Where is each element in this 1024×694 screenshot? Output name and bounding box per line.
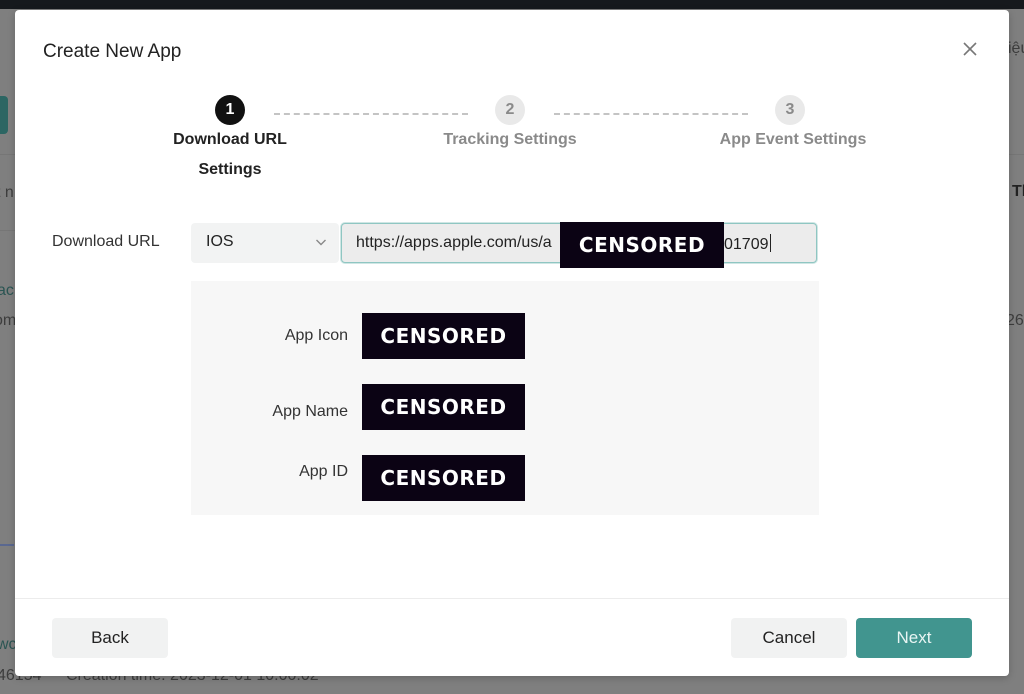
background-divider <box>1009 154 1024 155</box>
close-icon <box>963 42 977 56</box>
background-link: ac <box>0 282 14 299</box>
step-1-label-line1: Download URL <box>173 131 287 148</box>
download-url-input-value-suffix: 01709 <box>724 234 771 254</box>
background-text: iệu <box>1008 40 1024 57</box>
close-button[interactable] <box>959 38 981 60</box>
download-url-input-value-prefix: https://apps.apple.com/us/a <box>356 234 552 251</box>
app-name-label: App Name <box>272 403 348 420</box>
step-2-indicator: 2 <box>495 95 525 125</box>
text-cursor <box>769 234 771 252</box>
platform-select-value: IOS <box>206 233 234 250</box>
background-text: om <box>0 312 17 329</box>
app-icon-value: CENSORED <box>362 313 525 359</box>
background-top-bar <box>0 0 1024 9</box>
background-divider <box>0 544 14 546</box>
background-text: t n <box>0 184 14 201</box>
url-suffix-text: 01709 <box>724 236 769 253</box>
background-primary-button <box>0 96 8 134</box>
app-id-label: App ID <box>299 463 348 480</box>
step-connector <box>274 113 468 115</box>
download-url-label: Download URL <box>52 233 160 250</box>
cancel-button[interactable]: Cancel <box>731 618 847 658</box>
step-1-label-line2: Settings <box>198 161 262 178</box>
step-3-label: App Event Settings <box>719 131 867 148</box>
platform-select[interactable]: IOS <box>191 223 339 263</box>
background-column-header: Tl <box>1012 183 1024 200</box>
step-2-label: Tracking Settings <box>443 131 577 148</box>
chevron-down-icon <box>316 239 326 246</box>
next-button[interactable]: Next <box>856 618 972 658</box>
modal-title: Create New App <box>43 41 182 62</box>
background-divider <box>0 154 15 155</box>
app-icon-label: App Icon <box>284 327 348 344</box>
step-3-indicator: 3 <box>775 95 805 125</box>
step-connector <box>554 113 748 115</box>
create-app-modal: Create New App 1 2 3 Download URL Settin… <box>15 10 1009 676</box>
step-1-indicator: 1 <box>215 95 245 125</box>
footer-divider <box>15 598 1009 599</box>
app-name-value: CENSORED <box>362 384 525 430</box>
back-button[interactable]: Back <box>52 618 168 658</box>
step-1-label: Download URL Settings <box>155 125 305 185</box>
app-info-panel: App Icon CENSORED App Name CENSORED App … <box>191 281 819 515</box>
redacted-url-segment: CENSORED <box>560 222 724 268</box>
background-divider <box>0 230 15 231</box>
app-id-value: CENSORED <box>362 455 525 501</box>
